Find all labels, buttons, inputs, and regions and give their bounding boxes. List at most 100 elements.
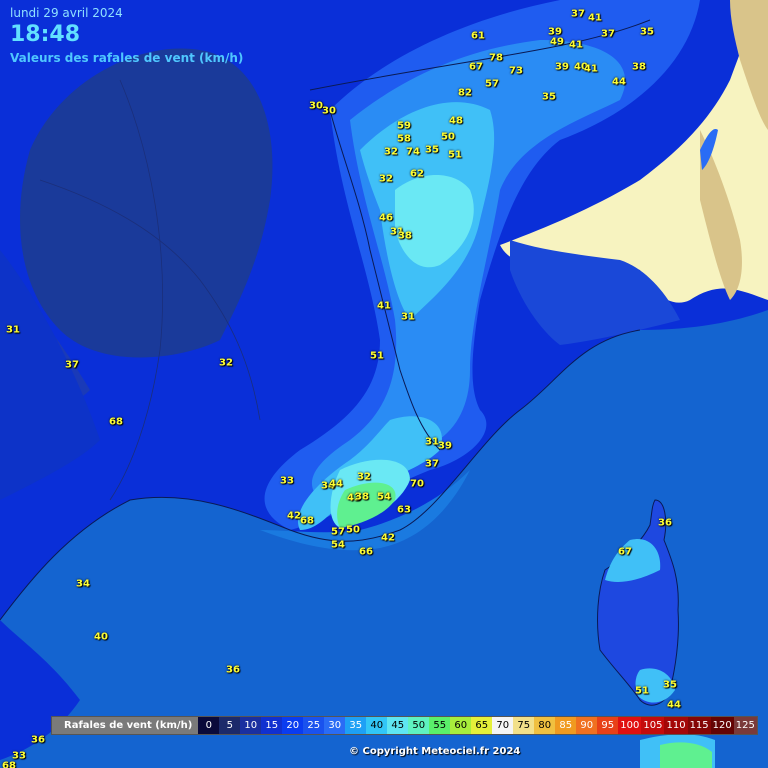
station-value: 68 <box>109 416 123 428</box>
station-value: 61 <box>471 30 485 42</box>
station-value: 32 <box>219 357 233 369</box>
legend-step: 110 <box>664 717 688 734</box>
station-value: 30 <box>309 100 323 112</box>
station-value: 63 <box>397 504 411 516</box>
station-value: 70 <box>410 478 424 490</box>
station-value: 66 <box>359 546 373 558</box>
legend-step: 25 <box>303 717 325 734</box>
station-value: 35 <box>425 144 439 156</box>
station-value: 48 <box>449 115 463 127</box>
station-value: 39 <box>555 61 569 73</box>
station-value: 38 <box>632 61 646 73</box>
legend-step: 105 <box>641 717 665 734</box>
legend-step: 90 <box>576 717 598 734</box>
station-value: 37 <box>65 359 79 371</box>
station-value: 31 <box>425 436 439 448</box>
station-value: 30 <box>322 105 336 117</box>
legend-step: 65 <box>471 717 493 734</box>
station-value: 51 <box>448 149 462 161</box>
legend-step: 80 <box>534 717 556 734</box>
station-value: 41 <box>569 39 583 51</box>
station-value: 37 <box>601 28 615 40</box>
station-value: 35 <box>663 679 677 691</box>
station-value: 34 <box>76 578 90 590</box>
legend: Rafales de vent (km/h) 0 5 10 15 20 25 30 35 40 4… <box>51 716 758 735</box>
map-subtitle: Valeurs des rafales de vent (km/h) <box>10 51 244 65</box>
station-value: 68 <box>2 760 16 768</box>
map-date: lundi 29 avril 2024 <box>10 6 123 20</box>
legend-step: 40 <box>366 717 388 734</box>
station-value: 44 <box>329 478 343 490</box>
legend-step: 120 <box>710 717 734 734</box>
station-value: 82 <box>458 87 472 99</box>
station-value: 42 <box>287 510 301 522</box>
map-time: 18:48 <box>10 22 81 47</box>
station-value: 41 <box>584 63 598 75</box>
station-value: 41 <box>377 300 391 312</box>
station-value: 38 <box>355 491 369 503</box>
station-value: 36 <box>658 517 672 529</box>
station-value: 54 <box>377 491 391 503</box>
station-value: 40 <box>94 631 108 643</box>
station-value: 73 <box>509 65 523 77</box>
station-value: 41 <box>588 12 602 24</box>
station-value: 32 <box>384 146 398 158</box>
station-value: 35 <box>640 26 654 38</box>
legend-step: 100 <box>618 717 642 734</box>
legend-step: 0 <box>198 717 220 734</box>
legend-step: 10 <box>240 717 262 734</box>
map-canvas <box>0 0 768 768</box>
station-value: 44 <box>667 699 681 711</box>
station-value: 51 <box>635 685 649 697</box>
legend-step: 5 <box>219 717 241 734</box>
station-value: 67 <box>469 61 483 73</box>
station-value: 57 <box>331 526 345 538</box>
station-value: 49 <box>550 36 564 48</box>
wind-gust-map: lundi 29 avril 2024 18:48 Valeurs des ra… <box>0 0 768 768</box>
station-value: 32 <box>379 173 393 185</box>
station-value: 42 <box>381 532 395 544</box>
station-value: 37 <box>425 458 439 470</box>
station-value: 78 <box>489 52 503 64</box>
legend-step: 75 <box>513 717 535 734</box>
legend-title: Rafales de vent (km/h) <box>52 717 199 734</box>
station-value: 35 <box>542 91 556 103</box>
station-value: 68 <box>300 515 314 527</box>
legend-step: 35 <box>345 717 367 734</box>
station-value: 33 <box>280 475 294 487</box>
legend-step: 45 <box>387 717 409 734</box>
station-value: 50 <box>441 131 455 143</box>
station-value: 67 <box>618 546 632 558</box>
legend-step: 20 <box>282 717 304 734</box>
station-value: 44 <box>612 76 626 88</box>
legend-step: 15 <box>261 717 283 734</box>
legend-step: 125 <box>733 717 757 734</box>
legend-step: 70 <box>492 717 514 734</box>
station-value: 46 <box>379 212 393 224</box>
station-value: 31 <box>6 324 20 336</box>
station-value: 74 <box>406 146 420 158</box>
station-value: 31 <box>401 311 415 323</box>
copyright: © Copyright Meteociel.fr 2024 <box>349 746 521 757</box>
station-value: 58 <box>397 133 411 145</box>
legend-step: 50 <box>408 717 430 734</box>
station-value: 36 <box>226 664 240 676</box>
station-value: 51 <box>370 350 384 362</box>
station-value: 38 <box>398 230 412 242</box>
station-value: 54 <box>331 539 345 551</box>
station-value: 32 <box>357 471 371 483</box>
legend-step: 95 <box>597 717 619 734</box>
station-value: 59 <box>397 120 411 132</box>
legend-step: 60 <box>450 717 472 734</box>
station-value: 36 <box>31 734 45 746</box>
legend-step: 85 <box>555 717 577 734</box>
station-value: 39 <box>438 440 452 452</box>
station-value: 62 <box>410 168 424 180</box>
legend-scale: 0 5 10 15 20 25 30 35 40 45 50 55 60 65 70 75 80 85 90 95 10… <box>198 717 757 734</box>
legend-step: 30 <box>324 717 346 734</box>
station-value: 57 <box>485 78 499 90</box>
station-value: 37 <box>571 8 585 20</box>
legend-step: 55 <box>429 717 451 734</box>
station-value: 50 <box>346 524 360 536</box>
legend-step: 115 <box>687 717 711 734</box>
